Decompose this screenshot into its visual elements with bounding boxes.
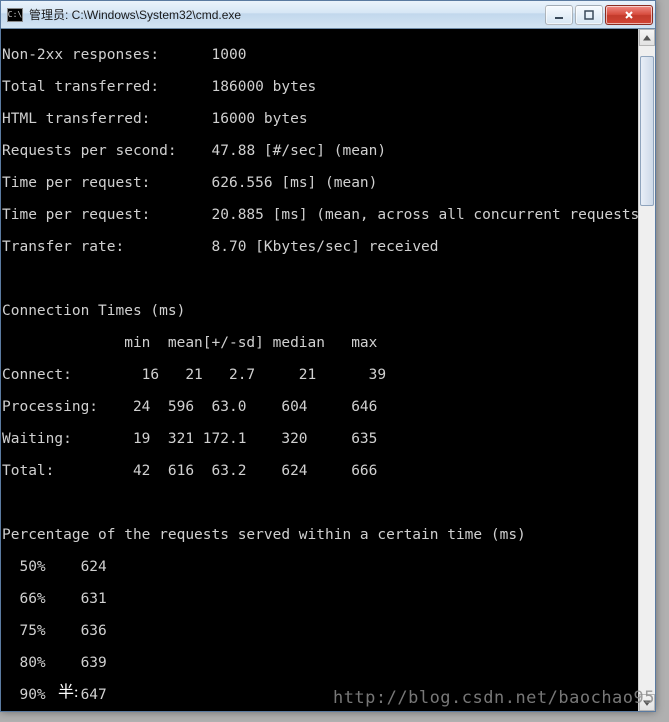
conn-waiting: Waiting: 19 321 172.1 320 635 (1, 431, 655, 447)
conn-header: Connection Times (ms) (1, 303, 655, 319)
pct-80: 80% 639 (1, 655, 655, 671)
blank (1, 495, 655, 511)
pct-header: Percentage of the requests served within… (1, 527, 655, 543)
stat-non2xx: Non-2xx responses: 1000 (1, 47, 655, 63)
window-buttons (543, 5, 653, 25)
watermark-text: http://blog.csdn.net/baochao95 (333, 688, 655, 708)
stat-html-xfer: HTML transferred: 16000 bytes (1, 111, 655, 127)
console-output[interactable]: Non-2xx responses: 1000 Total transferre… (1, 29, 655, 711)
scroll-up-button[interactable] (639, 29, 655, 46)
conn-connect: Connect: 16 21 2.7 21 39 (1, 367, 655, 383)
stat-rps: Requests per second: 47.88 [#/sec] (mean… (1, 143, 655, 159)
close-button[interactable] (605, 5, 653, 25)
scroll-track[interactable] (639, 46, 655, 694)
window-title: 管理员: C:\Windows\System32\cmd.exe (29, 6, 543, 23)
conn-total: Total: 42 616 63.2 624 666 (1, 463, 655, 479)
ime-indicator: 半: (58, 678, 78, 702)
stat-tpr: Time per request: 626.556 [ms] (mean) (1, 175, 655, 191)
scroll-thumb[interactable] (640, 56, 654, 206)
pct-50: 50% 624 (1, 559, 655, 575)
conn-processing: Processing: 24 596 63.0 604 646 (1, 399, 655, 415)
minimize-icon (553, 9, 565, 21)
maximize-button[interactable] (575, 5, 603, 25)
close-icon (623, 9, 635, 21)
stat-tpr-all: Time per request: 20.885 [ms] (mean, acr… (1, 207, 655, 223)
cmd-window: C:\ 管理员: C:\Windows\System32\cmd.exe Non… (0, 0, 656, 712)
stat-total-xfer: Total transferred: 186000 bytes (1, 79, 655, 95)
chevron-up-icon (643, 34, 651, 42)
pct-66: 66% 631 (1, 591, 655, 607)
blank (1, 271, 655, 287)
titlebar[interactable]: C:\ 管理员: C:\Windows\System32\cmd.exe (1, 1, 655, 29)
pct-75: 75% 636 (1, 623, 655, 639)
conn-cols: min mean[+/-sd] median max (1, 335, 655, 351)
cmd-icon: C:\ (7, 8, 23, 22)
vertical-scrollbar[interactable] (638, 29, 655, 711)
minimize-button[interactable] (545, 5, 573, 25)
stat-xfer-rate: Transfer rate: 8.70 [Kbytes/sec] receive… (1, 239, 655, 255)
maximize-icon (583, 9, 595, 21)
